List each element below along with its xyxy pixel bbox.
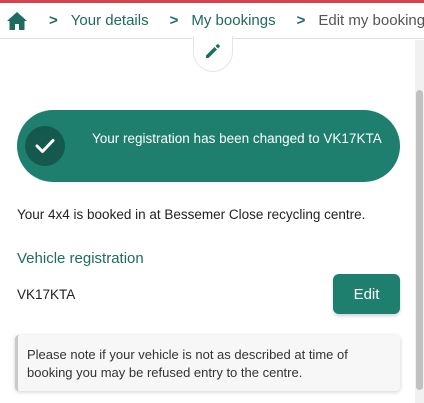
scrollbar-thumb[interactable] [416, 90, 423, 390]
registration-value: VK17KTA [17, 287, 76, 302]
check-icon [25, 126, 65, 166]
home-icon[interactable] [6, 11, 28, 31]
breadcrumb: > Your details > My bookings > Edit my b… [0, 3, 424, 39]
pencil-icon [203, 41, 223, 66]
edit-registration-button[interactable]: Edit [333, 274, 400, 314]
edit-bubble [193, 36, 233, 72]
breadcrumb-my-bookings[interactable]: My bookings [191, 12, 275, 29]
vehicle-registration-heading: Vehicle registration [17, 250, 144, 267]
breadcrumb-separator: > [49, 12, 58, 29]
breadcrumb-edit-my-booking: Edit my booking [318, 12, 424, 29]
breadcrumb-separator: > [296, 12, 306, 29]
success-message: Your registration has been changed to VK… [92, 131, 382, 146]
breadcrumb-separator: > [169, 12, 179, 29]
vehicle-notice: Please note if your vehicle is not as de… [15, 335, 400, 391]
breadcrumb-your-details[interactable]: Your details [71, 12, 149, 29]
success-banner: Your registration has been changed to VK… [17, 110, 400, 182]
booking-info: Your 4x4 is booked in at Bessemer Close … [17, 207, 366, 222]
